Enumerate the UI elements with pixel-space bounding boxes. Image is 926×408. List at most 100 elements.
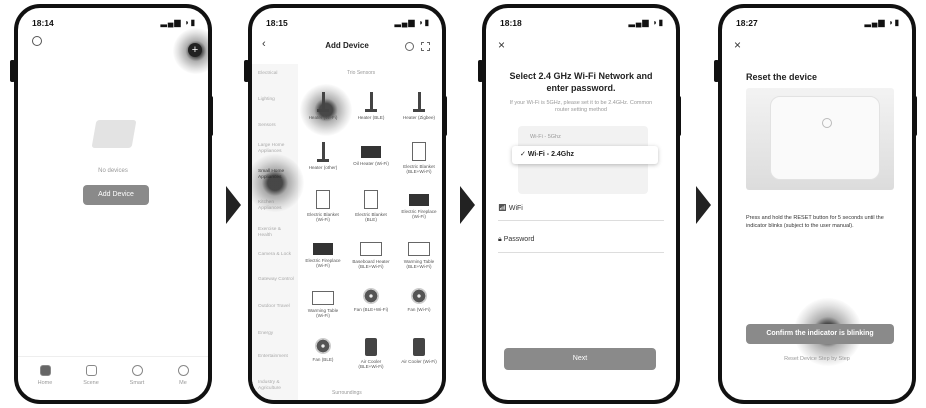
device-tile[interactable]: Fan (BLE) <box>304 338 342 362</box>
close-icon[interactable]: × <box>498 38 505 52</box>
nav-me[interactable]: Me <box>168 365 198 386</box>
device-tile[interactable]: Heater (other) <box>304 142 342 170</box>
category-item[interactable]: Gateway Control <box>258 277 296 283</box>
baseboard-heater-icon <box>360 242 382 256</box>
home-icon <box>39 365 51 376</box>
blanket-icon <box>316 190 330 209</box>
lamp-heater-icon <box>408 92 430 112</box>
nav-label: Scene <box>83 380 99 386</box>
phone-add-device-screen: 18:15 ▂▄▆ ◗▮ ‹ Add Device Trio Sensors El… <box>248 4 446 404</box>
status-bar: 18:14 ▂▄▆ ◗▮ <box>32 18 196 30</box>
tap-highlight <box>252 154 304 212</box>
device-tile[interactable]: Electric Blanket (Wi-Fi) <box>304 190 342 223</box>
nav-scene[interactable]: Scene <box>76 365 106 386</box>
status-bar: 18:15 ▂▄▆ ◗▮ <box>266 18 430 30</box>
status-time: 18:14 <box>32 18 54 28</box>
device-tile[interactable]: Air Cooler (BLE+Wi-Fi) <box>352 338 390 370</box>
password-field[interactable]: 🔒︎ Password <box>498 236 664 253</box>
category-item[interactable]: Camera & Lock <box>258 252 296 258</box>
lamp-heater-icon <box>312 142 334 162</box>
category-item[interactable]: Large Home Appliances <box>258 143 296 154</box>
device-label: Heater (other) <box>308 165 338 170</box>
wifi-option-label: Wi-Fi - 2.4Ghz <box>527 151 575 158</box>
profile-icon[interactable] <box>32 36 42 46</box>
smart-icon <box>131 365 143 376</box>
add-device-button[interactable]: Add Device <box>83 185 149 205</box>
signal-icon: ▂▄▆ ◗▮ <box>628 18 664 27</box>
wifi-field[interactable]: 📶︎ WiFi <box>498 204 664 221</box>
device-tile[interactable]: Heater (BLE) <box>352 92 390 120</box>
category-item[interactable]: Lighting <box>258 97 296 103</box>
status-bar: 18:18 ▂▄▆ ◗▮ <box>500 18 664 30</box>
category-item[interactable]: Sensors <box>258 123 296 129</box>
device-label: Fan (BLE+Wi-Fi) <box>353 307 389 312</box>
device-tile[interactable]: Fan (BLE+Wi-Fi) <box>352 288 390 312</box>
category-item[interactable]: Electrical <box>258 71 296 77</box>
category-item[interactable]: Energy <box>258 331 296 337</box>
tutorial-strip: 18:14 ▂▄▆ ◗▮ + No devices Add Device Home… <box>0 0 926 408</box>
device-tile[interactable]: Baseboard Heater (BLE+Wi-Fi) <box>352 239 390 270</box>
category-item[interactable]: Exercise & Health <box>258 227 296 238</box>
lamp-heater-icon <box>312 92 334 112</box>
category-item[interactable]: Entertainment <box>258 354 296 360</box>
section-header: Surroundings <box>332 390 362 396</box>
device-label: Baseboard Heater (BLE+Wi-Fi) <box>352 259 390 270</box>
device-tile[interactable]: Electric Fireplace (Wi-Fi) <box>400 190 438 220</box>
password-placeholder: Password <box>503 236 535 243</box>
nav-label: Smart <box>129 380 145 386</box>
fan-icon <box>363 288 379 304</box>
air-cooler-icon <box>413 338 425 356</box>
confirm-blinking-button[interactable]: Confirm the indicator is blinking <box>746 324 894 344</box>
device-tile[interactable]: Oil Heater (Wi-Fi) <box>352 142 390 166</box>
status-time: 18:15 <box>266 18 288 28</box>
oil-heater-icon <box>361 146 381 158</box>
device-label: Air Cooler (BLE+Wi-Fi) <box>358 359 384 370</box>
blanket-icon <box>364 190 378 209</box>
device-label: Electric Fireplace (Wi-Fi) <box>401 209 437 220</box>
help-link[interactable]: Reset Device Step by Step <box>722 356 912 362</box>
blanket-icon <box>412 142 426 161</box>
device-tile[interactable]: Electric Fireplace (Wi-Fi) <box>304 239 342 269</box>
close-icon[interactable]: × <box>734 38 741 52</box>
lamp-heater-icon <box>360 92 382 112</box>
device-tile[interactable]: Electric Blanket (BLE) <box>352 190 390 223</box>
reset-button-icon <box>822 118 832 128</box>
page-title: Reset the device <box>746 72 818 82</box>
nav-label: Home <box>37 380 53 386</box>
phone-wifi-screen: 18:18 ▂▄▆ ◗▮ × Select 2.4 GHz Wi-Fi Netwo… <box>482 4 680 404</box>
fan-icon <box>315 338 331 354</box>
section-header: Trio Sensors <box>347 70 376 76</box>
signal-icon: ▂▄▆ ◗▮ <box>864 18 900 27</box>
add-plus-icon[interactable]: + <box>188 43 202 57</box>
fireplace-icon <box>313 243 333 255</box>
phone-reset-screen: 18:27 ▂▄▆ ◗▮ × Reset the device Press and… <box>718 4 916 404</box>
scan-icon[interactable] <box>421 42 430 51</box>
device-tile[interactable]: Warming Table (Wi-Fi) <box>304 288 342 319</box>
warming-table-icon <box>408 242 430 256</box>
status-time: 18:18 <box>500 18 522 28</box>
device-label: Electric Blanket (BLE) <box>355 212 387 223</box>
nav-smart[interactable]: Smart <box>122 365 152 386</box>
nav-label: Me <box>179 380 187 386</box>
bottom-nav: Home Scene Smart Me <box>18 356 208 400</box>
step-arrow-icon <box>460 186 475 224</box>
device-tile[interactable]: Heater (Wi-Fi) <box>304 92 342 120</box>
device-label: Fan (BLE) <box>312 357 334 362</box>
device-label: Electric Blanket (Wi-Fi) <box>307 212 339 223</box>
device-tile[interactable]: Warming Table (BLE+Wi-Fi) <box>400 239 438 270</box>
device-tile[interactable]: Electric Blanket (BLE+Wi-Fi) <box>400 142 438 175</box>
category-item[interactable]: Industry & Agriculture <box>258 380 296 391</box>
next-button[interactable]: Next <box>504 348 656 370</box>
device-label: Warming Table (BLE+Wi-Fi) <box>403 259 435 270</box>
subtitle-text: If your Wi-Fi is 5GHz, please set it to … <box>509 100 653 113</box>
wifi-field-label: WiFi <box>508 205 523 212</box>
settings-icon[interactable] <box>405 42 414 51</box>
device-tile[interactable]: Air Cooler (Wi-Fi) <box>400 338 438 364</box>
wifi-icon: 📶︎ <box>498 205 507 212</box>
device-tile[interactable]: Fan (Wi-Fi) <box>400 288 438 312</box>
category-item[interactable]: Outdoor Travel <box>258 304 296 310</box>
device-tile[interactable]: Heater (Zigbee) <box>400 92 438 120</box>
nav-home[interactable]: Home <box>30 365 60 386</box>
step-arrow-icon <box>226 186 241 224</box>
warming-table-icon <box>312 291 334 305</box>
